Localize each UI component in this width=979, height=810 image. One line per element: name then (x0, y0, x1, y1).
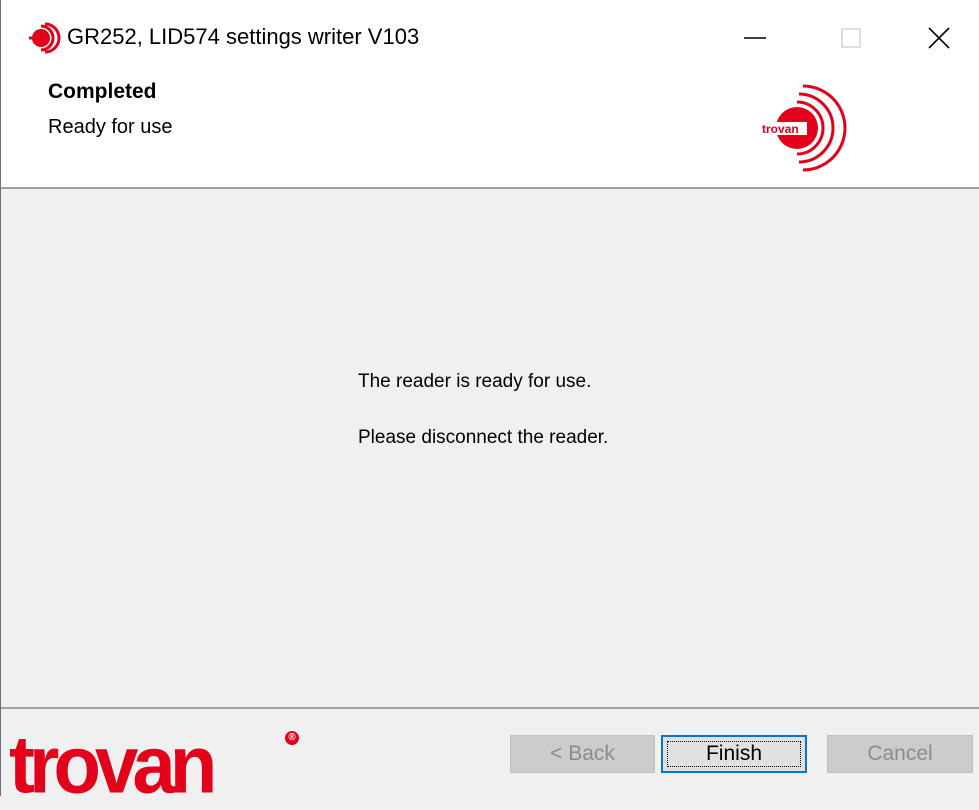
wizard-header: Completed Ready for use trovan (1, 76, 979, 189)
maximize-icon (841, 28, 861, 48)
focus-rectangle (667, 741, 801, 767)
svg-text:trovan: trovan (762, 122, 799, 136)
close-icon (928, 27, 950, 49)
finish-button[interactable]: Finish (661, 735, 807, 773)
cancel-button-label: Cancel (867, 742, 933, 765)
wizard-content: The reader is ready for use. Please disc… (1, 189, 979, 707)
maximize-button[interactable] (803, 0, 899, 76)
disconnect-message: Please disconnect the reader. (358, 427, 609, 448)
minimize-icon (744, 37, 766, 39)
registered-mark-icon: ® (285, 731, 299, 745)
trovan-app-icon (29, 22, 61, 54)
back-button-label: < Back (550, 742, 615, 765)
trovan-logo-icon: trovan (759, 84, 847, 172)
minimize-button[interactable] (707, 0, 803, 76)
ready-message: The reader is ready for use. (358, 371, 592, 392)
trovan-logo: trovan (9, 717, 217, 810)
window-title: GR252, LID574 settings writer V103 (67, 24, 420, 49)
back-button[interactable]: < Back (510, 735, 655, 773)
settings-writer-window: GR252, LID574 settings writer V103 Compl… (0, 0, 979, 805)
wizard-footer: trovan ® < Back Finish Cancel (1, 709, 979, 805)
cancel-button[interactable]: Cancel (827, 735, 973, 773)
close-button[interactable] (899, 0, 979, 76)
title-bar[interactable]: GR252, LID574 settings writer V103 (1, 0, 979, 76)
page-subtitle: Ready for use (48, 116, 173, 138)
page-title: Completed (48, 80, 157, 103)
